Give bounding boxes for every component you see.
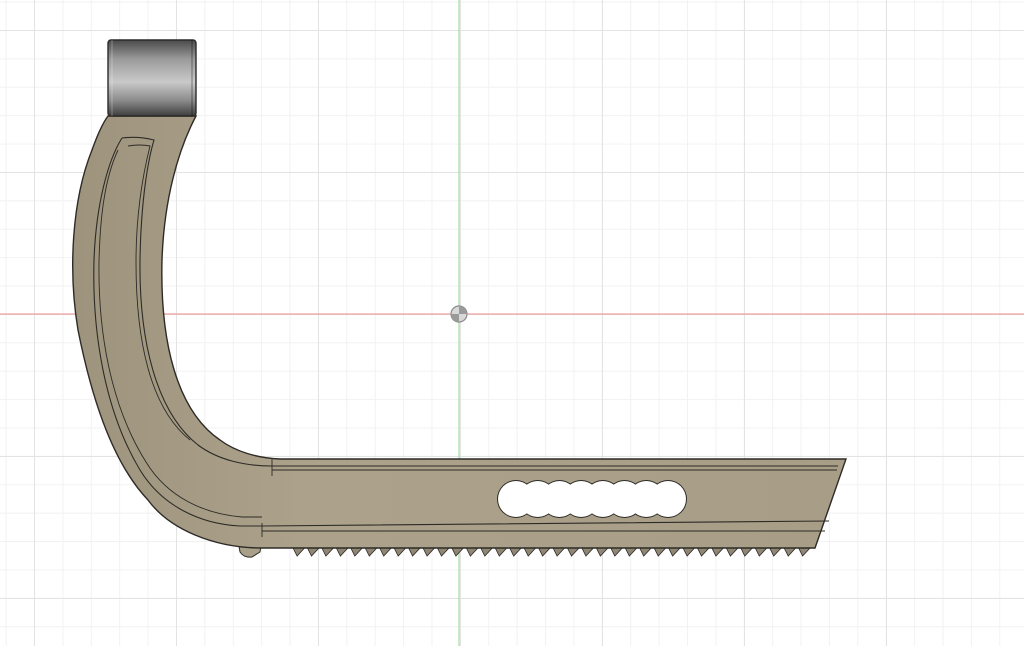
origin-icon[interactable] [450,305,468,323]
slot-hole [650,481,686,517]
pivot-bearing[interactable] [107,39,197,117]
model-viewport[interactable] [0,0,1024,646]
adjustment-slot[interactable] [497,480,687,518]
design-canvas[interactable] [0,0,1024,646]
arm-recess-outline [121,136,838,467]
